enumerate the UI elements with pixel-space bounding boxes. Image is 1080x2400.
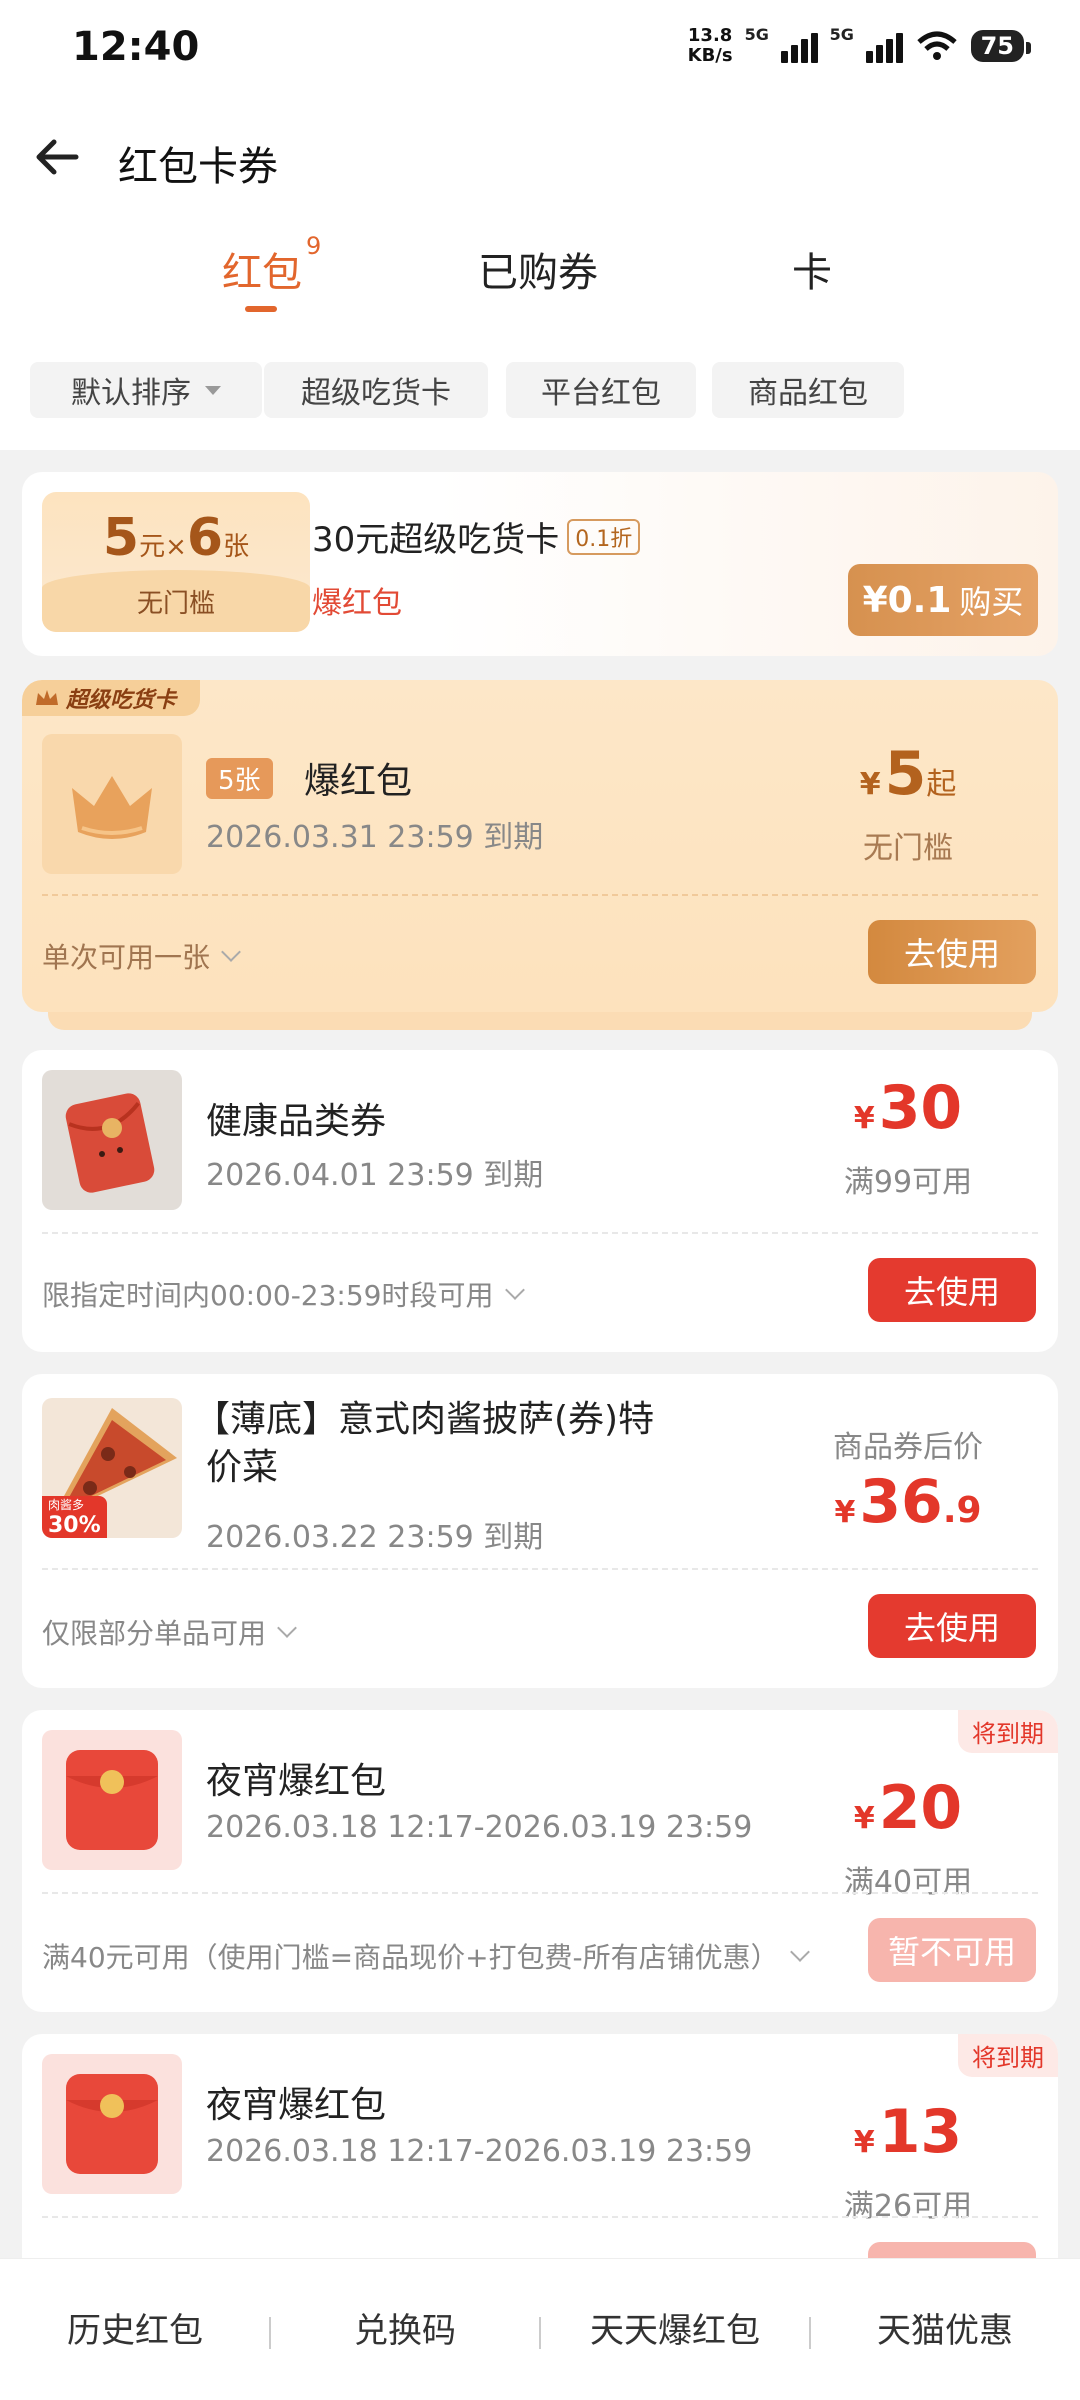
divider	[42, 1568, 1038, 1570]
usage-note[interactable]: 单次可用一张	[42, 936, 241, 976]
pizza-thumbnail: 肉酱多 30%	[42, 1398, 182, 1538]
promo-card: 5元×6张 无门槛 30元超级吃货卡 0.1折 爆红包 ¥0.1 购买	[22, 472, 1058, 656]
divider	[42, 1892, 1038, 1894]
divider	[42, 2216, 1038, 2218]
nav-redeem-code[interactable]: 兑换码	[270, 2303, 540, 2352]
coupon-title: 夜宵爆红包	[206, 2085, 387, 2126]
discount-badge: 0.1折	[567, 518, 641, 555]
status-time: 12:40	[72, 24, 200, 70]
count-badge: 5张	[206, 758, 273, 799]
network-speed: 13.8 KB/s	[687, 25, 733, 66]
coupon-date: 2026.03.22 23:59 到期	[206, 1520, 544, 1555]
tab-count: 9	[306, 231, 322, 260]
filter-product-hongbao[interactable]: 商品红包	[712, 362, 904, 418]
red-envelope-icon	[65, 1093, 155, 1193]
tab-underline	[245, 306, 277, 312]
coupon-card: 健康品类券 2026.04.01 23:59 到期 ¥30 满99可用 限指定时…	[22, 1050, 1058, 1352]
coupon-amount: ¥20 满40可用	[843, 1773, 973, 1900]
signal-icon-2: 5G	[830, 25, 903, 63]
coupon-card: 将到期 夜宵爆红包 2026.03.18 12:17-2026.03.19 23…	[22, 1710, 1058, 2012]
coupon-date: 2026.03.18 12:17-2026.03.19 23:59	[206, 1810, 753, 1845]
nav-history-hongbao[interactable]: 历史红包	[0, 2303, 270, 2352]
nav-daily-hongbao[interactable]: 天天爆红包	[540, 2303, 810, 2352]
coupon-thumbnail	[42, 2054, 182, 2194]
chevron-down-icon	[221, 942, 241, 962]
tab-hongbao[interactable]: 红包9	[222, 232, 321, 298]
red-envelope-icon	[66, 2074, 158, 2174]
coupon-price: 商品券后价 ¥36.9	[833, 1430, 983, 1537]
promo-badge: 5元×6张 无门槛	[42, 492, 310, 632]
expiring-badge: 将到期	[958, 1710, 1058, 1753]
coupon-thumbnail	[42, 1070, 182, 1210]
battery-indicator: 75	[970, 30, 1032, 62]
chevron-down-icon	[277, 1618, 297, 1638]
crown-thumbnail	[42, 734, 182, 874]
filter-default-sort[interactable]: 默认排序	[30, 362, 262, 418]
back-arrow-icon[interactable]	[30, 130, 84, 184]
expiring-badge: 将到期	[958, 2034, 1058, 2077]
divider	[42, 1232, 1038, 1234]
wifi-icon	[916, 31, 957, 60]
coupon-amount: ¥30 满99可用	[843, 1073, 973, 1200]
coupon-title: 爆红包	[304, 761, 413, 802]
super-card-tag: 超级吃货卡	[22, 680, 200, 716]
filter-platform-hongbao[interactable]: 平台红包	[506, 362, 696, 418]
coupon-thumbnail	[42, 1730, 182, 1870]
bottom-nav: 历史红包 兑换码 天天爆红包 天猫优惠	[0, 2258, 1080, 2400]
coupon-title: 【薄底】意式肉酱披萨(券)特 价菜	[194, 1399, 655, 1488]
buy-button[interactable]: ¥0.1 购买	[848, 564, 1038, 636]
page-title: 红包卡券	[118, 144, 278, 190]
filter-super-foodie-card[interactable]: 超级吃货卡	[264, 362, 488, 418]
coupon-card: 将到期 夜宵爆红包 2026.03.18 12:17-2026.03.19 23…	[22, 2034, 1058, 2294]
coupon-date: 2026.03.31 23:59 到期	[206, 820, 544, 855]
usage-note[interactable]: 限指定时间内00:00-23:59时段可用	[42, 1274, 525, 1314]
chevron-down-icon	[504, 1280, 525, 1300]
unavailable-button[interactable]: 暂不可用	[868, 1918, 1036, 1982]
status-bar-right: 13.8 KB/s 5G 5G 75	[687, 25, 1032, 66]
crown-image-icon	[72, 776, 152, 839]
tab-purchased-coupons[interactable]: 已购券	[478, 240, 598, 298]
tab-card[interactable]: 卡	[792, 240, 832, 298]
usage-note[interactable]: 满40元可用（使用门槛=商品现价+打包费-所有店铺优惠）	[42, 1936, 810, 1976]
coupon-card: 肉酱多 30% 【薄底】意式肉酱披萨(券)特 价菜 2026.03.22 23:…	[22, 1374, 1058, 1688]
coupon-date: 2026.04.01 23:59 到期	[206, 1158, 544, 1193]
use-button[interactable]: 去使用	[868, 920, 1036, 984]
nav-tmall-offers[interactable]: 天猫优惠	[810, 2303, 1080, 2352]
caret-down-icon	[205, 385, 221, 395]
super-card: 超级吃货卡 5张 爆红包 2026.03.31 23:59 到期 ¥5起 无门槛…	[22, 680, 1058, 1012]
use-button[interactable]: 去使用	[868, 1258, 1036, 1322]
divider	[42, 894, 1038, 896]
red-envelope-icon	[66, 1750, 158, 1850]
coupon-amount: ¥5起 无门槛	[859, 739, 957, 866]
coupon-title: 夜宵爆红包	[206, 1761, 387, 1802]
coupon-title: 健康品类券	[206, 1101, 387, 1142]
signal-icon: 5G	[745, 25, 818, 63]
coupon-amount: ¥13 满26可用	[843, 2097, 973, 2224]
usage-note[interactable]: 仅限部分单品可用	[42, 1612, 297, 1652]
crown-icon	[36, 690, 58, 705]
promo-title: 30元超级吃货卡 0.1折	[312, 512, 641, 561]
chevron-down-icon	[789, 1942, 810, 1962]
use-button[interactable]: 去使用	[868, 1594, 1036, 1658]
coupon-date: 2026.03.18 12:17-2026.03.19 23:59	[206, 2134, 753, 2169]
promo-subtitle: 爆红包	[312, 586, 402, 621]
